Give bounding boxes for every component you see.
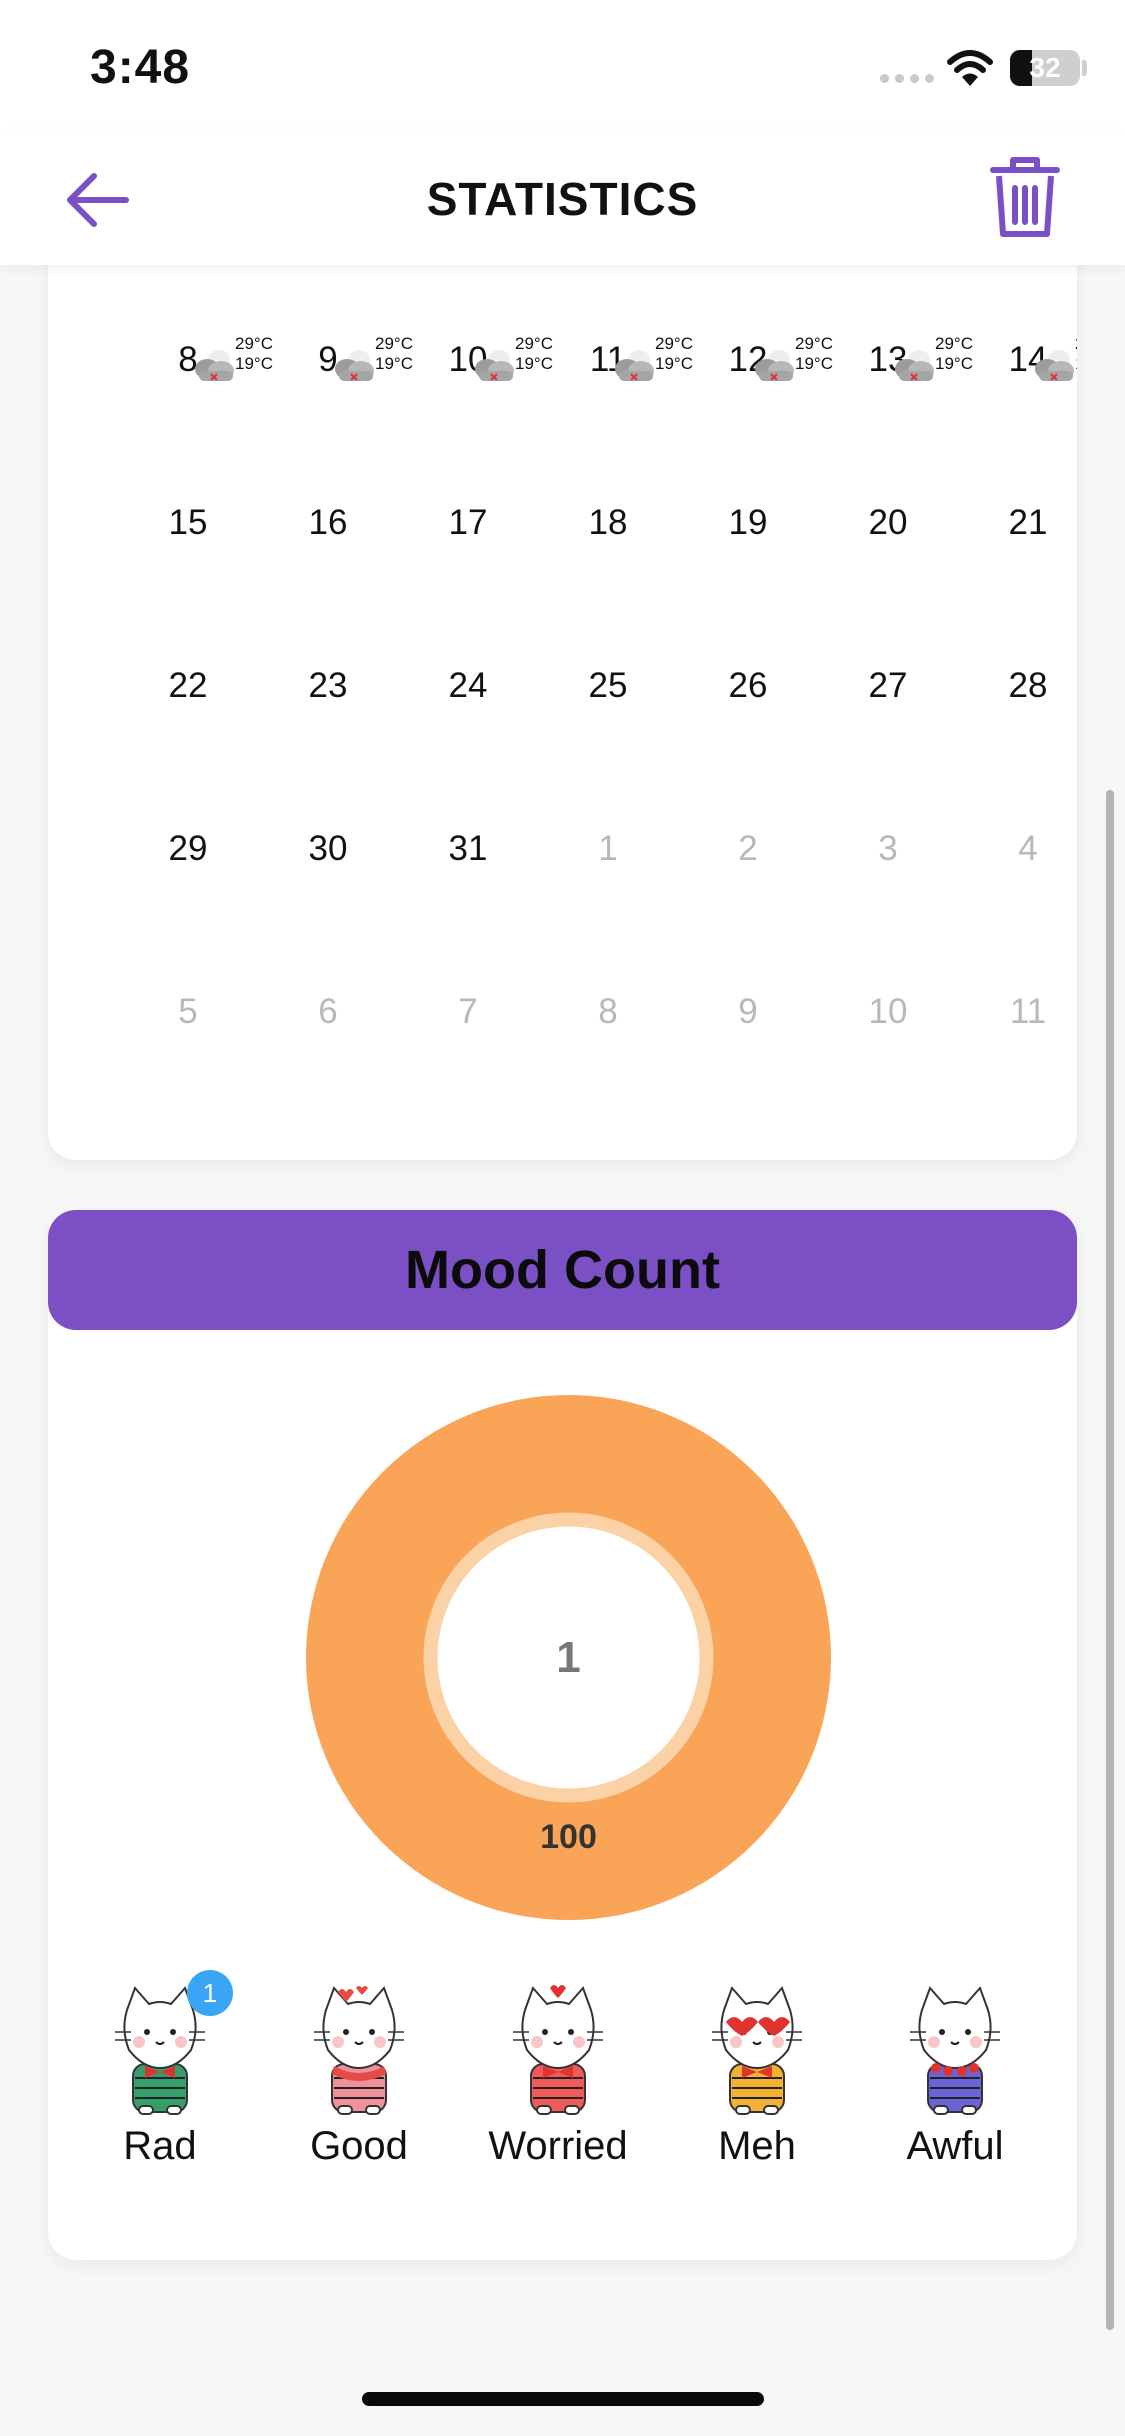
calendar-week-row: 29 30 31 1 2 3 4 bbox=[48, 804, 1077, 894]
cloud-rain-icon bbox=[895, 350, 934, 381]
calendar-day-cell[interactable]: 26 bbox=[678, 641, 818, 731]
cloud-rain-icon bbox=[615, 350, 654, 381]
calendar-day-cell[interactable]: 25 bbox=[538, 641, 678, 731]
weather-forecast: 29°C 19°C bbox=[1033, 329, 1077, 389]
mood-legend-item[interactable]: Good bbox=[274, 1980, 444, 2169]
calendar-day-cell[interactable]: 6 bbox=[258, 967, 398, 1057]
cat-mood-icon bbox=[314, 1986, 404, 2115]
mood-legend-item[interactable]: Awful bbox=[870, 1980, 1040, 2169]
mood-legend-item[interactable]: 1 Rad bbox=[75, 1970, 245, 2169]
calendar-week-row: 5 6 7 8 9 10 11 bbox=[48, 967, 1077, 1057]
scrollbar[interactable] bbox=[1106, 790, 1114, 2330]
mood-label: Rad bbox=[123, 2124, 197, 2168]
calendar-day-cell[interactable]: 3 bbox=[818, 804, 958, 894]
battery-cap bbox=[1082, 60, 1087, 76]
cat-mood-icon-wrapper bbox=[503, 1980, 613, 2120]
nav-bar: STATISTICS bbox=[0, 130, 1125, 265]
cloud-rain-icon bbox=[195, 350, 234, 381]
calendar-day-cell[interactable]: 30 bbox=[258, 804, 398, 894]
cat-mood-icon bbox=[910, 1986, 1000, 2115]
cloud-rain-icon bbox=[475, 350, 514, 381]
cat-mood-icon-wrapper bbox=[900, 1980, 1010, 2120]
calendar-day-cell[interactable]: 27 bbox=[818, 641, 958, 731]
calendar-day-cell[interactable]: 9 bbox=[678, 967, 818, 1057]
trash-icon[interactable] bbox=[985, 152, 1065, 242]
mood-donut-chart: 1 100 bbox=[306, 1395, 831, 1920]
cellular-signal-icon bbox=[880, 74, 934, 83]
mood-legend-item[interactable]: Worried bbox=[473, 1980, 643, 2169]
donut-center-value: 1 bbox=[556, 1633, 580, 1682]
calendar-day-cell[interactable]: 11 bbox=[958, 967, 1077, 1057]
mood-label: Awful bbox=[906, 2124, 1004, 2168]
cloud-rain-icon bbox=[1035, 350, 1074, 381]
donut-segment-label: 100 bbox=[540, 1818, 597, 1856]
calendar-day-cell[interactable]: 19 bbox=[678, 478, 818, 568]
mood-count-title: Mood Count bbox=[48, 1210, 1077, 1330]
calendar-day-cell[interactable]: 7 bbox=[398, 967, 538, 1057]
mood-legend-item[interactable]: Meh bbox=[672, 1980, 842, 2169]
page-title: STATISTICS bbox=[426, 173, 699, 225]
calendar-card: 8 29°C 19°C 9 29°C 19°C 10 29°C 19°C 11 29°C 19°C 12… bbox=[48, 150, 1077, 1160]
calendar-day-cell[interactable]: 21 bbox=[958, 478, 1077, 568]
calendar-day-cell[interactable]: 5 bbox=[118, 967, 258, 1057]
status-bar: 3:48 32 bbox=[0, 0, 1125, 130]
calendar-day-cell[interactable]: 1 bbox=[538, 804, 678, 894]
mood-label: Meh bbox=[718, 2124, 796, 2168]
calendar-day-cell[interactable]: 16 bbox=[258, 478, 398, 568]
calendar-week-row: 22 23 24 25 26 27 28 bbox=[48, 641, 1077, 731]
mood-label: Good bbox=[310, 2124, 408, 2168]
cloud-rain-icon bbox=[335, 350, 374, 381]
calendar-day-cell[interactable]: 17 bbox=[398, 478, 538, 568]
calendar-week-row: 8 29°C 19°C 9 29°C 19°C 10 29°C 19°C 11 29°C 19°C 12… bbox=[48, 315, 1077, 405]
battery-level: 32 bbox=[1029, 52, 1061, 83]
calendar-day-cell[interactable]: 10 bbox=[818, 967, 958, 1057]
cat-mood-icon bbox=[712, 1986, 802, 2115]
cat-mood-icon bbox=[513, 1985, 603, 2115]
cat-mood-icon-wrapper: 1 bbox=[105, 1970, 233, 2120]
calendar-day-cell[interactable]: 23 bbox=[258, 641, 398, 731]
cloud-rain-icon bbox=[755, 350, 794, 381]
wifi-icon bbox=[947, 50, 993, 86]
calendar-day-cell[interactable]: 15 bbox=[118, 478, 258, 568]
weather-high-temp: 29°C bbox=[1075, 335, 1077, 352]
calendar-week-row: 15 16 17 18 19 20 21 bbox=[48, 478, 1077, 568]
calendar-day-cell[interactable]: 22 bbox=[118, 641, 258, 731]
calendar-day-cell[interactable]: 28 bbox=[958, 641, 1077, 731]
calendar-day-cell[interactable]: 31 bbox=[398, 804, 538, 894]
calendar-day-cell[interactable]: 24 bbox=[398, 641, 538, 731]
mood-label: Worried bbox=[488, 2124, 628, 2168]
home-indicator[interactable] bbox=[362, 2392, 764, 2406]
calendar-day-cell[interactable]: 2 bbox=[678, 804, 818, 894]
calendar-day-cell[interactable]: 29 bbox=[118, 804, 258, 894]
calendar-day-cell[interactable]: 4 bbox=[958, 804, 1077, 894]
mood-count-card: Mood Count 1 100 1 Rad Good Worried Meh Awful bbox=[48, 1210, 1077, 2260]
calendar-day-cell[interactable]: 18 bbox=[538, 478, 678, 568]
cat-mood-icon-wrapper bbox=[702, 1980, 812, 2120]
battery-icon: 32 bbox=[1010, 50, 1080, 86]
mood-count-badge: 1 bbox=[187, 1970, 233, 2016]
calendar-day-cell[interactable]: 20 bbox=[818, 478, 958, 568]
weather-low-temp: 19°C bbox=[1075, 355, 1077, 372]
calendar-day-cell[interactable]: 8 bbox=[538, 967, 678, 1057]
cat-mood-icon-wrapper bbox=[304, 1980, 414, 2120]
status-time: 3:48 bbox=[90, 41, 191, 94]
